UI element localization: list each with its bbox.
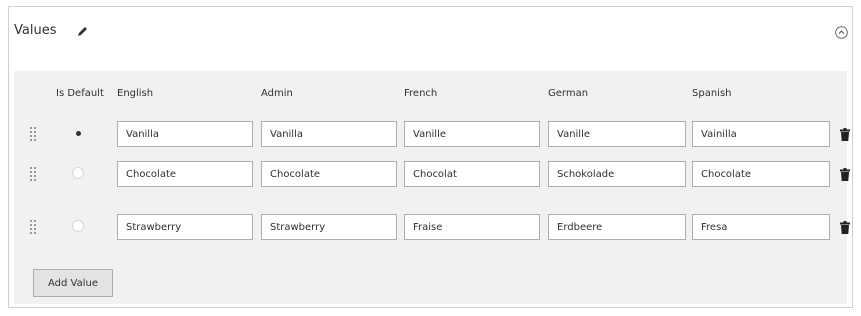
- german-field[interactable]: [548, 214, 686, 240]
- spanish-field[interactable]: [692, 214, 830, 240]
- panel-header: Values: [9, 7, 852, 63]
- admin-field[interactable]: [261, 121, 397, 147]
- drag-handle-icon[interactable]: [30, 167, 38, 181]
- spanish-field[interactable]: [692, 161, 830, 187]
- values-panel: Values Is Default English Admin French G…: [8, 6, 853, 308]
- drag-handle-icon[interactable]: [30, 127, 38, 141]
- collapse-icon[interactable]: [835, 26, 848, 39]
- col-header-admin: Admin: [261, 88, 293, 99]
- col-header-is-default: Is Default: [56, 88, 104, 99]
- panel-title: Values: [14, 23, 57, 38]
- col-header-english: English: [117, 88, 154, 99]
- trash-icon[interactable]: [840, 168, 850, 181]
- add-value-button[interactable]: Add Value: [33, 269, 113, 297]
- french-field[interactable]: [404, 121, 540, 147]
- english-field[interactable]: [117, 214, 253, 240]
- col-header-french: French: [404, 88, 438, 99]
- col-header-german: German: [548, 88, 589, 99]
- admin-field[interactable]: [261, 214, 397, 240]
- value-row: [14, 157, 850, 191]
- default-radio[interactable]: [72, 167, 84, 179]
- values-grid: Is Default English Admin French German S…: [14, 71, 850, 304]
- value-row: [14, 210, 850, 244]
- col-header-spanish: Spanish: [692, 88, 732, 99]
- trash-icon[interactable]: [840, 221, 850, 234]
- drag-handle-icon[interactable]: [30, 220, 38, 234]
- german-field[interactable]: [548, 121, 686, 147]
- admin-field[interactable]: [261, 161, 397, 187]
- value-row: [14, 117, 850, 151]
- default-radio[interactable]: [72, 220, 84, 232]
- german-field[interactable]: [548, 161, 686, 187]
- english-field[interactable]: [117, 161, 253, 187]
- french-field[interactable]: [404, 161, 540, 187]
- spanish-field[interactable]: [692, 121, 830, 147]
- french-field[interactable]: [404, 214, 540, 240]
- english-field[interactable]: [117, 121, 253, 147]
- pencil-icon[interactable]: [76, 26, 88, 38]
- trash-icon[interactable]: [840, 128, 850, 141]
- default-radio[interactable]: [72, 127, 84, 139]
